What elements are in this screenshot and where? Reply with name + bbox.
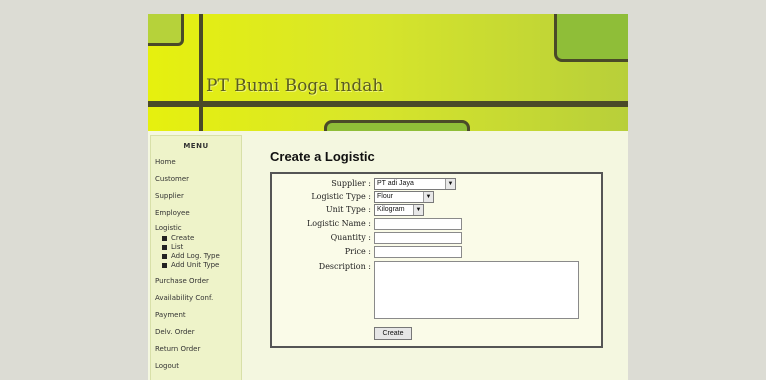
description-textarea[interactable] xyxy=(374,261,579,319)
header-decoration-topright xyxy=(554,14,628,62)
sidebar-item-home[interactable]: Home xyxy=(151,154,241,171)
quantity-label: Quantity : xyxy=(330,233,371,242)
submenu-item-create[interactable]: Create xyxy=(162,234,241,243)
header-horizontal-bar xyxy=(148,101,628,107)
logistic-name-label: Logistic Name : xyxy=(306,219,371,228)
site-title: PT Bumi Boga Indah xyxy=(206,76,384,96)
dropdown-arrow-icon: ▼ xyxy=(445,179,455,189)
sidebar-item-availability-conf[interactable]: Availability Conf. xyxy=(151,290,241,307)
page-title: Create a Logistic xyxy=(270,149,375,164)
submenu-item-add-unit-type[interactable]: Add Unit Type xyxy=(162,261,241,270)
header-decoration-topleft xyxy=(148,14,184,46)
sidebar-item-logistic[interactable]: Logistic xyxy=(151,222,241,234)
submenu-item-list[interactable]: List xyxy=(162,243,241,252)
sidebar-item-logout[interactable]: Logout xyxy=(151,358,241,375)
logistic-type-select[interactable]: Flour ▼ xyxy=(374,191,434,203)
logistic-type-select-value: Flour xyxy=(377,193,393,200)
logistic-name-row: Logistic Name : xyxy=(272,218,597,230)
unit-type-select[interactable]: Kilogram ▼ xyxy=(374,204,424,216)
price-input[interactable] xyxy=(374,246,462,258)
page-container: PT Bumi Boga Indah MENU Home Customer Su… xyxy=(148,14,628,380)
supplier-select[interactable]: PT adi Jaya ▼ xyxy=(374,178,456,190)
description-row: Description : xyxy=(272,261,597,319)
price-row: Price : xyxy=(272,246,597,258)
supplier-label: Supplier : xyxy=(331,179,371,188)
supplier-row: Supplier : PT adi Jaya ▼ xyxy=(272,178,597,190)
description-label: Description : xyxy=(318,262,371,271)
logistic-form: Supplier : PT adi Jaya ▼ Logistic Type :… xyxy=(270,172,603,348)
sidebar-item-purchase-order[interactable]: Purchase Order xyxy=(151,273,241,290)
sidebar-item-customer[interactable]: Customer xyxy=(151,171,241,188)
sidebar-item-supplier[interactable]: Supplier xyxy=(151,188,241,205)
sidebar-item-employee[interactable]: Employee xyxy=(151,205,241,222)
quantity-input[interactable] xyxy=(374,232,462,244)
sidebar-item-return-order[interactable]: Return Order xyxy=(151,341,241,358)
main-content: Create a Logistic Supplier : PT adi Jaya… xyxy=(242,135,628,380)
dropdown-arrow-icon: ▼ xyxy=(423,192,433,202)
sidebar-item-delv-order[interactable]: Delv. Order xyxy=(151,324,241,341)
logistic-submenu: Create List Add Log. Type Add Unit Type xyxy=(151,234,241,270)
submenu-item-add-log-type[interactable]: Add Log. Type xyxy=(162,252,241,261)
dropdown-arrow-icon: ▼ xyxy=(413,205,423,215)
unit-type-row: Unit Type : Kilogram ▼ xyxy=(272,204,597,216)
unit-type-select-value: Kilogram xyxy=(377,206,405,213)
header-vertical-bar xyxy=(199,14,203,131)
sidebar-menu: MENU Home Customer Supplier Employee Log… xyxy=(150,135,242,380)
unit-type-label: Unit Type : xyxy=(325,205,371,214)
header-decoration-tab xyxy=(324,120,470,131)
quantity-row: Quantity : xyxy=(272,232,597,244)
logistic-type-label: Logistic Type : xyxy=(311,192,371,201)
menu-title: MENU xyxy=(183,142,209,150)
logistic-name-input[interactable] xyxy=(374,218,462,230)
site-header: PT Bumi Boga Indah xyxy=(148,14,628,131)
price-label: Price : xyxy=(344,247,371,256)
create-button[interactable]: Create xyxy=(374,327,412,340)
supplier-select-value: PT adi Jaya xyxy=(377,180,414,187)
logistic-type-row: Logistic Type : Flour ▼ xyxy=(272,191,597,203)
sidebar-item-payment[interactable]: Payment xyxy=(151,307,241,324)
